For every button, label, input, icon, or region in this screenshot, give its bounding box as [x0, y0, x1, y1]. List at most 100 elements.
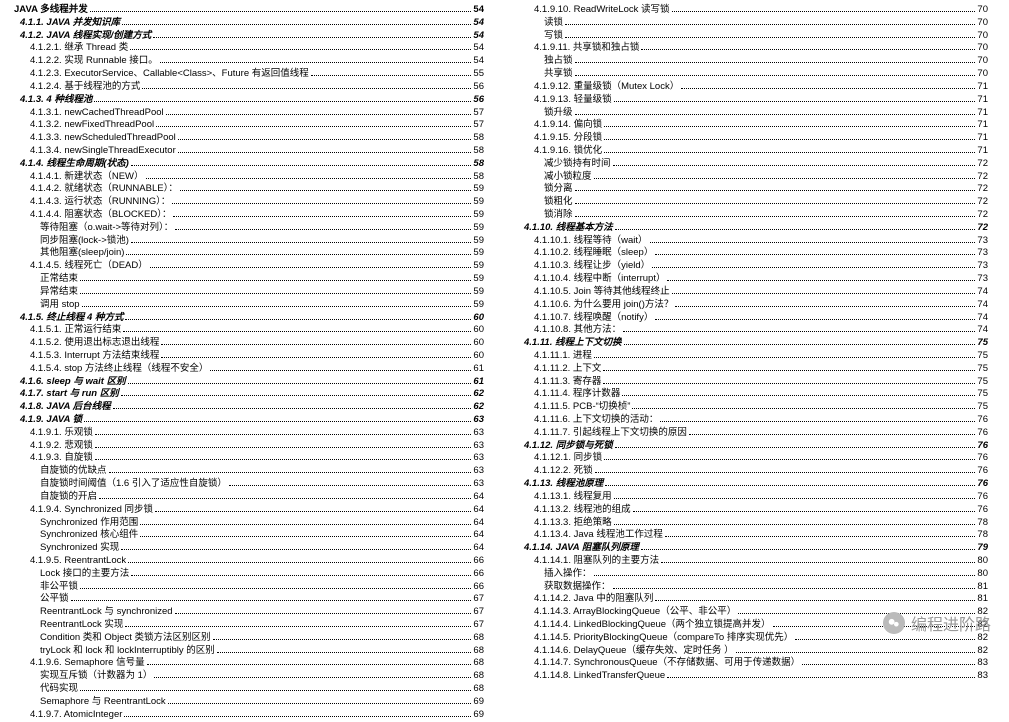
toc-entry[interactable]: 4.1.13.3. 拒绝策略78 [518, 517, 988, 530]
toc-entry[interactable]: Lock 接口的主要方法66 [14, 568, 484, 581]
toc-entry[interactable]: 4.1.12.1. 同步锁76 [518, 452, 988, 465]
toc-entry[interactable]: tryLock 和 lock 和 lockInterruptibly 的区别68 [14, 645, 484, 658]
toc-entry[interactable]: 4.1.5.4. stop 方法终止线程（线程不安全）61 [14, 363, 484, 376]
toc-entry[interactable]: 正常结束59 [14, 273, 484, 286]
toc-entry[interactable]: ReentrantLock 与 synchronized67 [14, 606, 484, 619]
toc-entry[interactable]: 非公平锁66 [14, 581, 484, 594]
toc-entry[interactable]: 写锁70 [518, 30, 988, 43]
toc-entry[interactable]: 4.1.9.11. 共享锁和独占锁70 [518, 42, 988, 55]
toc-entry[interactable]: Synchronized 核心组件64 [14, 529, 484, 542]
toc-entry[interactable]: 4.1.14.5. PriorityBlockingQueue（compareT… [518, 632, 988, 645]
toc-entry[interactable]: 4.1.9. JAVA 锁63 [14, 414, 484, 427]
toc-entry[interactable]: 4.1.10.6. 为什么要用 join()方法？74 [518, 299, 988, 312]
toc-entry[interactable]: 异常结束59 [14, 286, 484, 299]
toc-entry[interactable]: 减少锁持有时间72 [518, 158, 988, 171]
toc-entry[interactable]: 4.1.9.5. ReentrantLock66 [14, 555, 484, 568]
toc-entry[interactable]: 4.1.2.4. 基于线程池的方式56 [14, 81, 484, 94]
toc-entry[interactable]: 4.1.9.3. 自旋锁63 [14, 452, 484, 465]
toc-entry[interactable]: 4.1.14.1. 阻塞队列的主要方法80 [518, 555, 988, 568]
toc-entry[interactable]: 4.1.3. 4 种线程池56 [14, 94, 484, 107]
toc-entry[interactable]: 4.1.9.12. 重量级锁（Mutex Lock）71 [518, 81, 988, 94]
toc-entry[interactable]: 4.1.9.13. 轻量级锁71 [518, 94, 988, 107]
toc-entry[interactable]: 4.1.14.3. ArrayBlockingQueue（公平、非公平）82 [518, 606, 988, 619]
toc-entry[interactable]: 4.1.9.15. 分段锁71 [518, 132, 988, 145]
toc-entry[interactable]: 4.1.14.8. LinkedTransferQueue83 [518, 670, 988, 683]
toc-entry[interactable]: 代码实现68 [14, 683, 484, 696]
toc-entry[interactable]: 插入操作：80 [518, 568, 988, 581]
toc-entry[interactable]: 4.1.5.2. 使用退出标志退出线程60 [14, 337, 484, 350]
toc-entry[interactable]: 4.1.9.16. 锁优化71 [518, 145, 988, 158]
toc-entry[interactable]: 锁升级71 [518, 107, 988, 120]
toc-entry[interactable]: 4.1.3.1. newCachedThreadPool57 [14, 107, 484, 120]
toc-entry[interactable]: 4.1.4.2. 就绪状态（RUNNABLE）：59 [14, 183, 484, 196]
toc-entry[interactable]: 4.1.10.7. 线程唤醒（notify）74 [518, 312, 988, 325]
toc-entry[interactable]: 4.1.11.7. 引起线程上下文切换的原因76 [518, 427, 988, 440]
toc-entry[interactable]: 4.1.4.4. 阻塞状态（BLOCKED）：59 [14, 209, 484, 222]
toc-entry[interactable]: ReentrantLock 实现67 [14, 619, 484, 632]
toc-entry[interactable]: 等待阻塞（o.wait->等待对列）：59 [14, 222, 484, 235]
toc-entry[interactable]: 4.1.5.3. Interrupt 方法结束线程60 [14, 350, 484, 363]
toc-entry[interactable]: 公平锁67 [14, 593, 484, 606]
toc-entry[interactable]: 4.1.9.10. ReadWriteLock 读写锁70 [518, 4, 988, 17]
toc-entry[interactable]: 4.1.7. start 与 run 区别62 [14, 388, 484, 401]
toc-entry[interactable]: 4.1.2.1. 继承 Thread 类54 [14, 42, 484, 55]
toc-entry[interactable]: 4.1.11. 线程上下文切换75 [518, 337, 988, 350]
toc-entry[interactable]: 4.1.4.5. 线程死亡（DEAD）59 [14, 260, 484, 273]
toc-entry[interactable]: 调用 stop59 [14, 299, 484, 312]
toc-entry[interactable]: 4.1.5. 终止线程 4 种方式60 [14, 312, 484, 325]
toc-entry[interactable]: Synchronized 实现64 [14, 542, 484, 555]
toc-entry[interactable]: 4.1.11.6. 上下文切换的活动：76 [518, 414, 988, 427]
toc-entry[interactable]: 4.1.13.4. Java 线程池工作过程78 [518, 529, 988, 542]
toc-entry[interactable]: 4.1.5.1. 正常运行结束60 [14, 324, 484, 337]
toc-entry[interactable]: 4.1.10.4. 线程中断（interrupt）73 [518, 273, 988, 286]
toc-entry[interactable]: 4.1.2.2. 实现 Runnable 接口。54 [14, 55, 484, 68]
toc-entry[interactable]: 4.1.14.2. Java 中的阻塞队列81 [518, 593, 988, 606]
toc-entry[interactable]: 4.1.10. 线程基本方法72 [518, 222, 988, 235]
toc-entry[interactable]: 共享锁70 [518, 68, 988, 81]
toc-entry[interactable]: 4.1.14.6. DelayQueue（缓存失效、定时任务 ）82 [518, 645, 988, 658]
toc-entry[interactable]: 锁粗化72 [518, 196, 988, 209]
toc-entry[interactable]: 自旋锁时间阈值（1.6 引入了适应性自旋锁）63 [14, 478, 484, 491]
toc-entry[interactable]: 4.1.13. 线程池原理76 [518, 478, 988, 491]
toc-entry[interactable]: 4.1.9.4. Synchronized 同步锁64 [14, 504, 484, 517]
toc-entry[interactable]: Synchronized 作用范围64 [14, 517, 484, 530]
toc-entry[interactable]: 4.1.10.8. 其他方法：74 [518, 324, 988, 337]
toc-entry[interactable]: 4.1.9.1. 乐观锁63 [14, 427, 484, 440]
toc-entry[interactable]: 锁分离72 [518, 183, 988, 196]
toc-entry[interactable]: 4.1.10.3. 线程让步（yield）73 [518, 260, 988, 273]
toc-entry[interactable]: 4.1.12. 同步锁与死锁76 [518, 440, 988, 453]
toc-entry[interactable]: 4.1.10.1. 线程等待（wait）73 [518, 235, 988, 248]
toc-entry[interactable]: 独占锁70 [518, 55, 988, 68]
toc-entry[interactable]: 4.1.9.6. Semaphore 信号量68 [14, 657, 484, 670]
toc-entry[interactable]: 4.1.11.5. PCB-“切换桢”75 [518, 401, 988, 414]
toc-entry[interactable]: 4.1.10.2. 线程睡眠（sleep）73 [518, 247, 988, 260]
toc-entry[interactable]: 4.1.8. JAVA 后台线程62 [14, 401, 484, 414]
toc-entry[interactable]: 4.1.13.1. 线程复用76 [518, 491, 988, 504]
toc-entry[interactable]: 4.1.11.2. 上下文75 [518, 363, 988, 376]
toc-entry[interactable]: Semaphore 与 ReentrantLock69 [14, 696, 484, 709]
toc-entry[interactable]: 4.1.14.4. LinkedBlockingQueue（两个独立锁提高并发）… [518, 619, 988, 632]
toc-entry[interactable]: 4.1.1. JAVA 并发知识库54 [14, 17, 484, 30]
toc-entry[interactable]: 4.1.9.2. 悲观锁63 [14, 440, 484, 453]
toc-entry[interactable]: 减小锁粒度72 [518, 171, 988, 184]
toc-entry[interactable]: Condition 类和 Object 类锁方法区别区别68 [14, 632, 484, 645]
toc-entry[interactable]: 4.1.13.2. 线程池的组成76 [518, 504, 988, 517]
toc-entry[interactable]: 4.1.14. JAVA 阻塞队列原理79 [518, 542, 988, 555]
toc-entry[interactable]: 4.1.9.7. AtomicInteger69 [14, 709, 484, 722]
toc-entry[interactable]: 4.1.12.2. 死锁76 [518, 465, 988, 478]
toc-entry[interactable]: 4.1.6. sleep 与 wait 区别61 [14, 376, 484, 389]
toc-entry[interactable]: 4.1.3.4. newSingleThreadExecutor58 [14, 145, 484, 158]
toc-entry[interactable]: 其他阻塞(sleep/join)59 [14, 247, 484, 260]
toc-entry[interactable]: 读锁70 [518, 17, 988, 30]
toc-entry[interactable]: 自旋锁的优缺点63 [14, 465, 484, 478]
toc-entry[interactable]: 4.1.11.4. 程序计数器75 [518, 388, 988, 401]
toc-entry[interactable]: 4.1.3.2. newFixedThreadPool57 [14, 119, 484, 132]
toc-entry[interactable]: 4.1.2. JAVA 线程实现/创建方式54 [14, 30, 484, 43]
toc-entry[interactable]: 4.1.3.3. newScheduledThreadPool58 [14, 132, 484, 145]
toc-entry[interactable]: 实现互斥锁（计数器为 1）68 [14, 670, 484, 683]
toc-entry[interactable]: 同步阻塞(lock->锁池)59 [14, 235, 484, 248]
toc-entry[interactable]: 4.1.4. 线程生命周期(状态)58 [14, 158, 484, 171]
toc-entry[interactable]: JAVA 多线程并发54 [14, 4, 484, 17]
toc-entry[interactable]: 4.1.4.1. 新建状态（NEW）58 [14, 171, 484, 184]
toc-entry[interactable]: 4.1.2.3. ExecutorService、Callable<Class>… [14, 68, 484, 81]
